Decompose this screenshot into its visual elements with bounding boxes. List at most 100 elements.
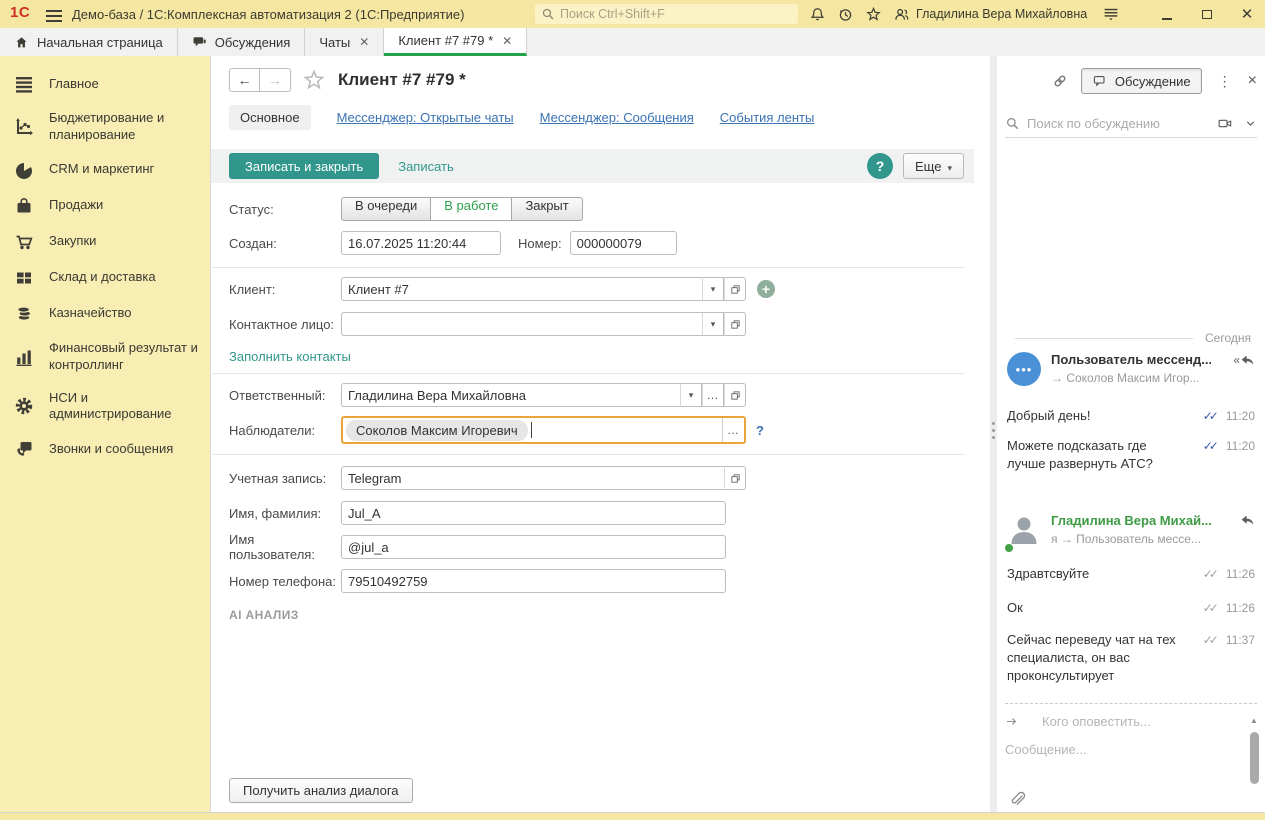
account-input[interactable] <box>341 466 724 490</box>
created-input[interactable] <box>341 231 501 255</box>
panel-menu-kebab-icon[interactable]: ⋮ <box>1218 73 1232 90</box>
user-sessions-icon[interactable] <box>890 4 912 24</box>
favorite-star-icon[interactable] <box>303 69 325 91</box>
sidebar-item-purchases[interactable]: Закупки <box>0 224 210 260</box>
more-button[interactable]: Еще <box>903 153 964 179</box>
read-checkmarks-icon <box>1203 599 1219 617</box>
get-dialog-analysis-button[interactable]: Получить анализ диалога <box>229 778 413 803</box>
global-search[interactable] <box>535 4 798 24</box>
scroll-up-icon[interactable]: ▲ <box>1250 716 1258 725</box>
panel-close-icon[interactable]: × <box>1248 72 1257 90</box>
close-tab-icon[interactable]: ✕ <box>502 34 512 48</box>
nav-link-open-chats[interactable]: Мессенджер: Открытые чаты <box>337 110 514 125</box>
history-icon[interactable] <box>834 4 856 24</box>
current-user-name[interactable]: Гладилина Вера Михайловна <box>916 7 1087 21</box>
responsible-input[interactable] <box>341 383 680 407</box>
fill-contacts-link[interactable]: Заполнить контакты <box>229 349 351 364</box>
maximize-button[interactable] <box>1192 0 1222 28</box>
discussion-search-input[interactable] <box>1027 116 1216 131</box>
sidebar-item-calls-messages[interactable]: Звонки и сообщения <box>0 431 210 467</box>
watchers-help-icon[interactable]: ? <box>756 423 764 438</box>
sidebar-item-sales[interactable]: Продажи <box>0 188 210 224</box>
help-button[interactable]: ? <box>867 153 894 179</box>
nav-link-messages[interactable]: Мессенджер: Сообщения <box>540 110 694 125</box>
tab-label: Чаты <box>319 34 351 50</box>
message-recipient: → Соколов Максим Игор... <box>1051 371 1200 385</box>
sidebar-item-main[interactable]: Главное <box>0 66 210 102</box>
status-option-in-progress[interactable]: В работе <box>431 197 513 221</box>
choose-button[interactable]: … <box>702 383 724 407</box>
tab-label: Обсуждения <box>214 34 291 50</box>
copy-link-icon[interactable] <box>1051 72 1069 90</box>
date-divider: Сегодня <box>1007 331 1255 345</box>
panel-splitter[interactable] <box>990 56 997 812</box>
main-menu-icon[interactable] <box>46 7 62 22</box>
message-input[interactable]: Сообщение... <box>1005 742 1257 757</box>
close-tab-icon[interactable]: ✕ <box>359 35 369 49</box>
created-label: Создан: <box>229 235 277 251</box>
app-window: 1С Демо-база / 1С:Комплексная автоматиза… <box>0 0 1265 820</box>
window-title: Демо-база / 1С:Комплексная автоматизация… <box>72 7 465 22</box>
open-icon[interactable] <box>724 277 746 301</box>
forward-button[interactable]: → <box>260 68 291 92</box>
dropdown-arrow-icon[interactable]: ▾ <box>702 312 724 336</box>
attach-paperclip-icon[interactable] <box>1007 789 1026 813</box>
status-option-queued[interactable]: В очереди <box>341 197 432 221</box>
chevron-down-icon[interactable] <box>1244 117 1257 130</box>
message: Здравтсвуйте 11:26 <box>1007 565 1255 583</box>
sidebar-item-crm[interactable]: CRM и маркетинг <box>0 152 210 188</box>
close-window-button[interactable]: ✕ <box>1232 0 1262 28</box>
cart-icon <box>14 232 34 252</box>
reply-icon[interactable]: « <box>1233 353 1255 367</box>
open-icon[interactable] <box>724 312 746 336</box>
create-client-plus-icon[interactable]: + <box>757 280 775 298</box>
sidebar-item-treasury[interactable]: Казначейство <box>0 296 210 332</box>
tab-discussions[interactable]: Обсуждения <box>178 28 306 56</box>
composer-scrollbar[interactable]: ▲ ▼ <box>1249 716 1260 820</box>
sidebar-item-finance[interactable]: Финансовый результат и контроллинг <box>0 332 210 382</box>
username-input[interactable] <box>341 535 726 559</box>
nav-tab-main[interactable]: Основное <box>229 105 311 130</box>
video-call-icon[interactable] <box>1216 116 1234 131</box>
contact-label: Контактное лицо: <box>229 316 335 332</box>
choose-button[interactable]: … <box>722 418 744 442</box>
notify-field[interactable]: Кого оповестить... <box>1005 714 1257 729</box>
back-button[interactable]: ← <box>229 68 260 92</box>
watcher-tag[interactable]: Соколов Максим Игоревич <box>346 419 528 441</box>
pie-chart-icon <box>14 160 34 180</box>
save-button[interactable]: Записать <box>398 159 454 174</box>
tab-home[interactable]: Начальная страница <box>0 28 178 56</box>
dropdown-arrow-icon[interactable]: ▾ <box>702 277 724 301</box>
watchers-field[interactable]: Соколов Максим Игоревич … <box>341 416 746 444</box>
nav-link-feed[interactable]: События ленты <box>720 110 815 125</box>
arrow-right-icon <box>1006 718 1017 725</box>
tab-client[interactable]: Клиент #7 #79 * ✕ <box>384 28 528 56</box>
open-icon[interactable] <box>724 383 746 407</box>
tab-label: Клиент #7 #79 * <box>398 33 494 48</box>
open-icon[interactable] <box>724 466 746 490</box>
dropdown-arrow-icon[interactable]: ▾ <box>680 383 702 407</box>
number-input[interactable] <box>569 231 677 255</box>
scrollbar-thumb[interactable] <box>1250 732 1259 784</box>
person-name-input[interactable] <box>341 501 726 525</box>
phone-input[interactable] <box>341 569 726 593</box>
sidebar-item-nsi-admin[interactable]: НСИ и администрирование <box>0 382 210 432</box>
reply-icon[interactable] <box>1240 514 1255 527</box>
minimize-button[interactable] <box>1152 0 1182 28</box>
service-menu-icon[interactable] <box>1100 4 1122 24</box>
notifications-bell-icon[interactable] <box>806 4 828 24</box>
favorites-star-icon[interactable] <box>862 4 884 24</box>
planning-chart-icon <box>14 117 34 137</box>
status-option-closed[interactable]: Закрыт <box>512 197 583 221</box>
sidebar-item-budgeting[interactable]: Бюджетирование и планирование <box>0 102 210 152</box>
client-input[interactable] <box>341 277 702 301</box>
read-checkmarks-icon <box>1203 565 1219 583</box>
discussion-toggle-button[interactable]: Обсуждение <box>1080 68 1202 94</box>
search-icon <box>542 8 554 20</box>
save-and-close-button[interactable]: Записать и закрыть <box>229 153 380 179</box>
global-search-input[interactable] <box>560 7 792 21</box>
sidebar-item-warehouse[interactable]: Склад и доставка <box>0 260 210 296</box>
tab-chats[interactable]: Чаты ✕ <box>305 28 385 56</box>
tab-bar: Начальная страница Обсуждения Чаты ✕ Кли… <box>0 28 1265 56</box>
contact-input[interactable] <box>341 312 702 336</box>
